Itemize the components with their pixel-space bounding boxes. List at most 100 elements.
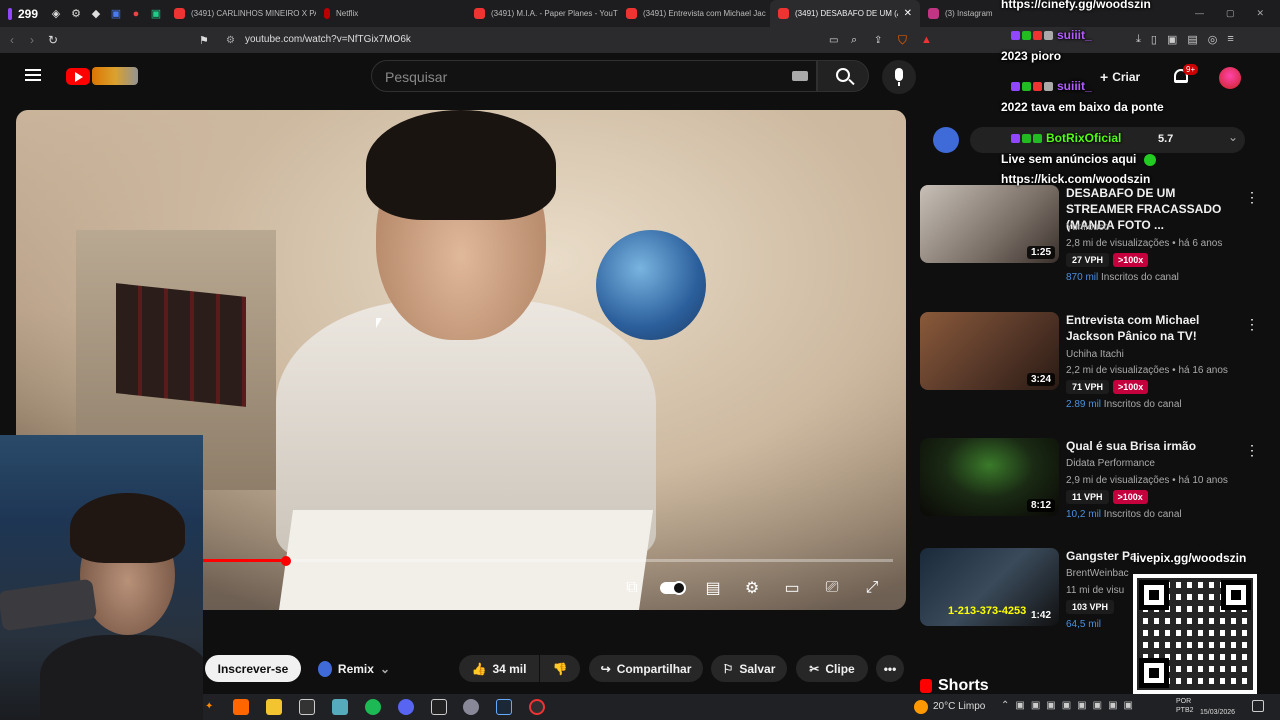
discord-icon[interactable] [398,699,414,715]
forward-icon[interactable]: › [30,33,34,47]
video-thumbnail[interactable]: 3:24 [920,312,1059,390]
share-button[interactable]: ↪ Compartilhar [589,655,703,682]
video-thumbnail[interactable]: 8:12 [920,438,1059,516]
fullscreen-icon[interactable]: ⤢ [861,578,883,598]
settings-icon[interactable]: ⚙ [741,578,763,598]
autoplay-toggle[interactable] [660,578,686,598]
maximize-icon[interactable]: ▢ [1226,8,1235,19]
clip-button[interactable]: ✂ Clipe [796,655,868,682]
window-controls: — ▢ ✕ [1195,8,1280,19]
channel-name[interactable]: Didata Performance [1066,458,1155,469]
iq-extension-icon[interactable]: ⧉ [621,578,643,598]
weather-text[interactable]: 20°C Limpo [933,701,985,712]
recommendation-item[interactable]: 1:25 DESABAFO DE UM STREAMER FRACASSADO … [920,185,1260,283]
video-title[interactable]: Entrevista com Michael Jackson Pânico na… [1066,312,1238,344]
more-options-icon[interactable]: ⋮ [1245,442,1259,459]
progress-bar[interactable] [203,559,893,562]
more-options-icon[interactable]: ⋮ [1245,316,1259,333]
save-button[interactable]: ⚐ Salvar [711,655,787,682]
tab-counter[interactable]: 299 [0,0,46,27]
split-view-icon[interactable]: ▣ [1167,33,1177,46]
pinned-tab-icon[interactable]: ◈ [46,4,66,24]
tab-netflix[interactable]: Netflix [316,0,466,27]
dislike-button[interactable]: 👎 [540,655,580,682]
brave-rewards-icon[interactable]: ▲ [921,34,932,46]
file-explorer-icon[interactable] [266,699,282,715]
pinned-tab-icon[interactable]: ◆ [86,4,106,24]
obs-icon[interactable] [529,699,545,715]
youtube-logo[interactable] [66,68,90,85]
notifications-button[interactable]: 9+ [1172,64,1199,87]
share-page-icon[interactable]: ⇪ [874,35,882,46]
app-icon[interactable] [299,699,315,715]
recommendation-item[interactable]: 3:24 Entrevista com Michael Jackson Pâni… [920,312,1260,410]
pinned-tab-icon[interactable]: ● [126,4,146,24]
keyboard-icon[interactable] [792,71,808,81]
subtitles-icon[interactable]: ▤ [702,578,724,598]
hamburger-menu-icon[interactable] [25,69,41,81]
remix-button[interactable]: Remix ⌄ [308,655,400,682]
video-title[interactable]: Qual é sua Brisa irmão [1066,438,1238,454]
view-count: 2,2 mi de visualizações • há 16 anos [1066,365,1228,376]
tab-desabafo[interactable]: (3491) DESABAFO DE UM (A ✕ [770,0,920,27]
share-icon: ↪ [600,661,611,676]
vpn-icon[interactable]: ◎ [1208,33,1218,46]
close-window-icon[interactable]: ✕ [1256,8,1264,19]
chevron-down-icon[interactable]: ⌄ [1228,130,1238,144]
search-button[interactable] [817,60,869,92]
progress-scrubber[interactable] [280,556,291,566]
zoom-icon[interactable]: ⌕ [851,34,857,47]
video-thumbnail[interactable]: 1:25 [920,185,1059,263]
input-language[interactable]: POR PTB2 [1176,697,1196,715]
chat-message-text: 2023 pioro [1001,49,1062,63]
channel-name[interactable]: Uchiha Itachi [1066,349,1124,360]
video-thumbnail[interactable]: 1-213-373-4253 1:42 [920,548,1059,626]
download-icon[interactable]: ⤓ [1136,33,1141,46]
brave-shield-icon[interactable]: ⛉ [898,33,907,48]
taskbar-date[interactable]: 15/03/2026 [1200,708,1235,717]
avatar[interactable] [1219,67,1241,89]
menu-icon[interactable]: ≡ [1227,33,1233,46]
mouse-cursor-icon [376,318,382,328]
app-icon[interactable] [463,699,479,715]
like-button[interactable]: 👍 34 mil [459,655,539,682]
reload-icon[interactable]: ↻ [48,33,58,47]
channel-subscribers: 10,2 mil Inscritos do canal [1066,509,1182,520]
notification-center-icon[interactable] [1252,700,1264,712]
pinned-tab-icon[interactable]: ▣ [106,4,126,24]
back-icon[interactable]: ‹ [10,33,14,47]
bookmark-icon[interactable]: ⚑ [199,34,209,47]
show-desktop-icon[interactable]: ✦ [205,701,213,712]
channel-name[interactable]: Yuriilouco [1066,222,1109,233]
url-text[interactable]: youtube.com/watch?v=NfTGix7MO6k [245,34,411,45]
voice-search-button[interactable] [882,60,916,94]
steam-icon[interactable] [496,699,512,715]
channel-name[interactable]: BrentWeinbac [1066,568,1129,579]
install-icon[interactable]: ▭ [829,35,838,46]
channel-subscribers: 2.89 mil Inscritos do canal [1066,399,1182,410]
more-actions-button[interactable]: ••• [876,655,904,682]
more-options-icon[interactable]: ⋮ [1245,189,1259,206]
recommendation-item[interactable]: 8:12 Qual é sua Brisa irmão Didata Perfo… [920,438,1260,533]
brave-browser-icon[interactable] [233,699,249,715]
iq-logo-icon[interactable] [933,127,959,153]
tab-michael-jackson[interactable]: (3491) Entrevista com Michael Jac [618,0,770,27]
minimize-icon[interactable]: — [1195,8,1204,19]
search-input[interactable]: Pesquisar [371,60,817,92]
qr-finder [1139,580,1169,610]
pinned-tab-icon[interactable]: ▣ [146,4,166,24]
app-icon[interactable] [431,699,447,715]
app-icon[interactable] [332,699,348,715]
site-info-icon[interactable]: ⚙ [226,35,235,46]
subscribe-button[interactable]: Inscrever-se [205,655,301,682]
tab-carlinhos[interactable]: (3491) CARLINHOS MINEIRO X PA [166,0,316,27]
create-button[interactable]: + Criar [1094,64,1146,90]
theater-mode-icon[interactable]: ▭ [781,578,803,598]
wallet-icon[interactable]: ▤ [1187,33,1197,46]
tab-paper-planes[interactable]: (3491) M.I.A. - Paper Planes - YouT [466,0,618,27]
sidebar-icon[interactable]: ▯ [1151,33,1157,46]
pinned-tab-icon[interactable]: ⚙ [66,4,86,24]
spotify-icon[interactable] [365,699,381,715]
close-tab-icon[interactable]: ✕ [904,8,912,19]
cast-icon[interactable]: ⎚ [821,578,843,598]
